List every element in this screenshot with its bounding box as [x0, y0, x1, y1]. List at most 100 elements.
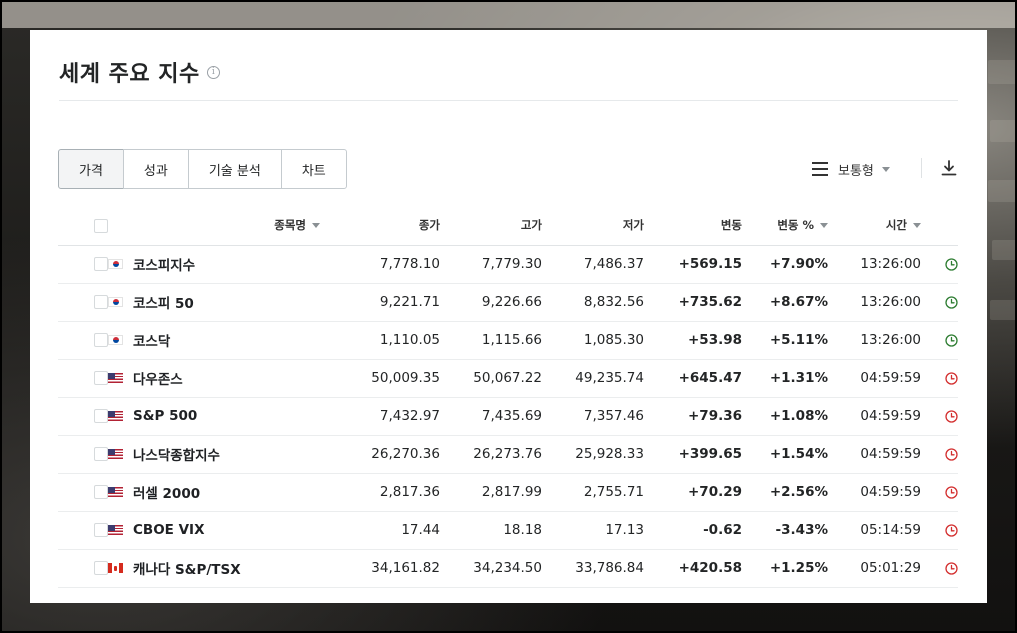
row-select-cell — [58, 549, 108, 588]
title-divider — [59, 100, 958, 101]
info-icon[interactable]: i — [206, 65, 220, 79]
header-time[interactable]: 시간 — [828, 206, 921, 246]
row-checkbox[interactable] — [94, 257, 108, 271]
header-time-label: 시간 — [885, 218, 907, 233]
name-cell: 코스피지수 — [108, 245, 320, 284]
close-cell: 1,110.05 — [320, 321, 440, 360]
page-title: 세계 주요 지수 — [59, 62, 200, 87]
row-checkbox[interactable] — [94, 333, 108, 347]
row-select-cell — [58, 397, 108, 436]
tab-performance[interactable]: 성과 — [122, 149, 189, 189]
download-icon[interactable] — [940, 159, 958, 177]
index-name-link[interactable]: 코스피지수 — [133, 254, 195, 274]
chevron-down-icon — [881, 166, 890, 172]
index-name-link[interactable]: 코스피 50 — [133, 292, 194, 312]
change-pct-cell: +7.90% — [742, 245, 828, 284]
table-body: 코스피지수 7,778.10 7,779.30 7,486.37 +569.15… — [58, 245, 958, 588]
index-name-link[interactable]: S&P 500 — [133, 408, 197, 424]
index-name-link[interactable]: 캐나다 S&P/TSX — [133, 558, 241, 578]
change-pct-cell: +1.08% — [742, 397, 828, 436]
clock-icon — [945, 523, 958, 537]
table-row[interactable]: 다우존스 50,009.35 50,067.22 49,235.74 +645.… — [58, 359, 958, 398]
list-icon — [812, 162, 828, 176]
status-cell — [921, 283, 958, 322]
tab-technical[interactable]: 기술 분석 — [187, 149, 282, 189]
header-change-pct-label: 변동 % — [777, 218, 814, 233]
index-name-link[interactable]: 다우존스 — [133, 368, 183, 388]
indices-table: 종목명 종가 고가 저가 변동 변동 % 시간 코스피지수 7,778.10 7… — [58, 206, 958, 588]
row-select-cell — [58, 511, 108, 550]
index-name-link[interactable]: CBOE VIX — [133, 522, 204, 538]
row-checkbox[interactable] — [94, 523, 108, 537]
index-name-link[interactable]: 러셀 2000 — [133, 482, 200, 502]
low-cell: 1,085.30 — [542, 321, 644, 360]
status-cell — [921, 359, 958, 398]
change-cell: +735.62 — [644, 283, 742, 322]
clock-icon — [945, 333, 958, 347]
header-low[interactable]: 저가 — [542, 206, 644, 246]
change-pct-cell: +1.31% — [742, 359, 828, 398]
view-mode-label: 보통형 — [838, 163, 874, 179]
select-all-checkbox[interactable] — [94, 218, 108, 233]
low-cell: 49,235.74 — [542, 359, 644, 398]
tab-chart[interactable]: 차트 — [280, 149, 347, 189]
change-cell: +79.36 — [644, 397, 742, 436]
flag-icon — [108, 335, 123, 345]
row-select-cell — [58, 321, 108, 360]
table-row[interactable]: 나스닥종합지수 26,270.36 26,273.76 25,928.33 +3… — [58, 435, 958, 474]
change-pct-cell: +1.54% — [742, 435, 828, 474]
table-row[interactable]: 러셀 2000 2,817.36 2,817.99 2,755.71 +70.2… — [58, 473, 958, 512]
name-cell: 코스닥 — [108, 321, 320, 360]
row-select-cell — [58, 283, 108, 322]
header-high[interactable]: 고가 — [440, 206, 542, 246]
clock-icon — [945, 371, 958, 385]
status-cell — [921, 397, 958, 436]
name-cell: 코스피 50 — [108, 283, 320, 322]
row-checkbox[interactable] — [94, 447, 108, 461]
header-change[interactable]: 변동 — [644, 206, 742, 246]
tab-price[interactable]: 가격 — [58, 149, 124, 189]
clock-icon — [945, 485, 958, 499]
view-mode-select[interactable]: 보통형 — [812, 159, 890, 179]
flag-icon — [108, 449, 123, 459]
change-pct-cell: +1.25% — [742, 549, 828, 588]
flag-icon — [108, 563, 123, 573]
header-close[interactable]: 종가 — [320, 206, 440, 246]
high-cell: 18.18 — [440, 511, 542, 550]
high-cell: 26,273.76 — [440, 435, 542, 474]
table-row[interactable]: CBOE VIX 17.44 18.18 17.13 -0.62 -3.43% … — [58, 511, 958, 550]
close-cell: 7,432.97 — [320, 397, 440, 436]
row-checkbox[interactable] — [94, 371, 108, 385]
name-cell: 캐나다 S&P/TSX — [108, 549, 320, 588]
close-cell: 34,161.82 — [320, 549, 440, 588]
row-checkbox[interactable] — [94, 561, 108, 575]
name-cell: 다우존스 — [108, 359, 320, 398]
high-cell: 7,779.30 — [440, 245, 542, 284]
change-cell: +645.47 — [644, 359, 742, 398]
time-cell: 05:14:59 — [828, 511, 921, 550]
header-name-label: 종목명 — [274, 218, 306, 233]
index-name-link[interactable]: 코스닥 — [133, 330, 170, 350]
status-cell — [921, 549, 958, 588]
header-change-pct[interactable]: 변동 % — [742, 206, 828, 246]
sort-icon — [312, 223, 320, 229]
row-checkbox[interactable] — [94, 409, 108, 423]
status-cell — [921, 435, 958, 474]
row-select-cell — [58, 359, 108, 398]
flag-icon — [108, 373, 123, 383]
table-row[interactable]: 코스피지수 7,778.10 7,779.30 7,486.37 +569.15… — [58, 245, 958, 284]
change-pct-cell: -3.43% — [742, 511, 828, 550]
change-cell: +420.58 — [644, 549, 742, 588]
time-cell: 13:26:00 — [828, 245, 921, 284]
table-row[interactable]: S&P 500 7,432.97 7,435.69 7,357.46 +79.3… — [58, 397, 958, 436]
table-row[interactable]: 코스닥 1,110.05 1,115.66 1,085.30 +53.98 +5… — [58, 321, 958, 360]
index-name-link[interactable]: 나스닥종합지수 — [133, 444, 220, 464]
close-cell: 26,270.36 — [320, 435, 440, 474]
row-checkbox[interactable] — [94, 485, 108, 499]
time-cell: 05:01:29 — [828, 549, 921, 588]
row-checkbox[interactable] — [94, 295, 108, 309]
table-row[interactable]: 캐나다 S&P/TSX 34,161.82 34,234.50 33,786.8… — [58, 549, 958, 588]
table-row[interactable]: 코스피 50 9,221.71 9,226.66 8,832.56 +735.6… — [58, 283, 958, 322]
header-name[interactable]: 종목명 — [108, 206, 320, 246]
name-cell: CBOE VIX — [108, 511, 320, 550]
